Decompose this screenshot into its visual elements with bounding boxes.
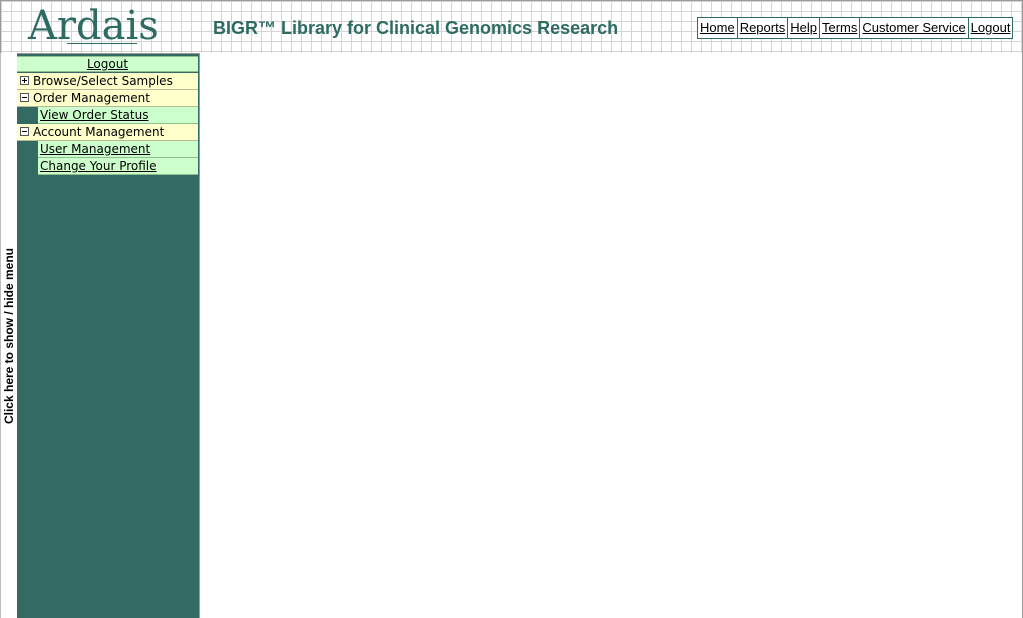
menu-toggle-strip[interactable]: Click here to show / hide menu [0,53,17,618]
sidebar-section-browse-select-samples[interactable]: Browse/Select Samples [17,73,198,90]
sidebar-item-user-management[interactable]: User Management [38,141,198,158]
sidebar-item-label[interactable]: User Management [40,142,150,156]
nav-help-link[interactable]: Help [788,18,820,38]
logo-underline [67,43,137,44]
expand-plus-icon[interactable] [20,76,29,85]
sidebar-section-order-management[interactable]: Order Management [17,90,198,107]
sidebar-item-change-your-profile[interactable]: Change Your Profile [38,158,198,175]
nav-customer-service-link[interactable]: Customer Service [860,18,969,38]
top-nav: Home Reports Help Terms Customer Service… [697,17,1014,39]
nav-logout-link[interactable]: Logout [969,18,1013,38]
sidebar-item-label[interactable]: Change Your Profile [40,159,157,173]
nav-reports-link[interactable]: Reports [738,18,789,38]
app-title: BIGR™ Library for Clinical Genomics Rese… [213,18,619,38]
app-header: Ardais BIGR™ Library for Clinical Genomi… [0,0,1023,53]
main-content-area [200,53,1023,618]
ardais-logo[interactable]: Ardais [28,4,159,48]
sidebar-item-label[interactable]: View Order Status [40,108,148,122]
sidebar-item-view-order-status[interactable]: View Order Status [38,107,198,124]
sidebar-section-label[interactable]: Order Management [33,91,150,105]
nav-home-link[interactable]: Home [698,18,738,38]
collapse-minus-icon[interactable] [20,127,29,136]
sidebar-menu: Logout Browse/Select Samples Order Manag… [17,53,200,618]
nav-terms-link[interactable]: Terms [820,18,861,38]
sidebar-logout-row[interactable]: Logout [17,56,198,72]
sidebar-section-label[interactable]: Account Management [33,125,164,139]
collapse-minus-icon[interactable] [20,93,29,102]
menu-toggle-label[interactable]: Click here to show / hide menu [2,247,16,423]
sidebar-section-label[interactable]: Browse/Select Samples [33,74,173,88]
sidebar-section-account-management[interactable]: Account Management [17,124,198,141]
sidebar-logout-link[interactable]: Logout [87,57,128,71]
